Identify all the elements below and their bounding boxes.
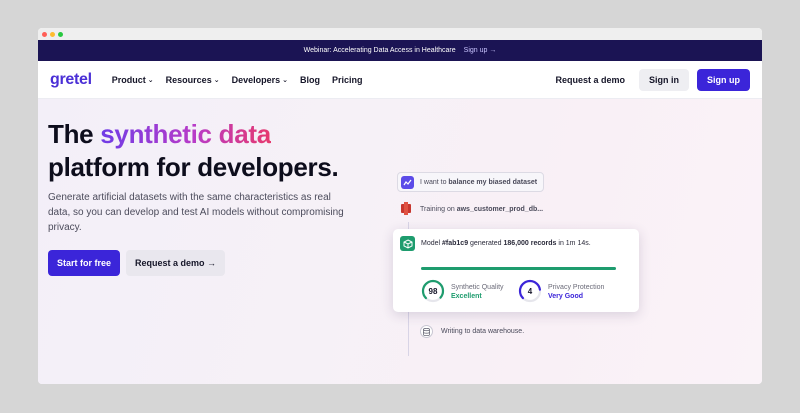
card-header: Model #fab1c9 generated 186,000 records …	[400, 236, 591, 251]
privacy-rating: Very Good	[548, 293, 584, 300]
progress-fill	[421, 267, 616, 270]
records-count: 186,000 records	[503, 240, 557, 247]
step2-prefix: Training on	[420, 206, 457, 213]
window-chrome	[38, 28, 762, 40]
quality-label: Synthetic Quality	[451, 284, 504, 291]
nav-label: Product	[111, 74, 146, 85]
chevron-down-icon: ⌄	[282, 76, 288, 84]
nav-item-pricing[interactable]: Pricing	[332, 75, 363, 85]
privacy-score: 4	[528, 287, 533, 296]
cube-icon	[400, 236, 415, 251]
step2-bold: aws_customer_prod_db...	[456, 206, 544, 213]
sign-in-button[interactable]: Sign in	[639, 68, 689, 91]
nav-label: Resources	[165, 74, 212, 85]
model-id: #fab1c9	[442, 240, 469, 247]
quality-gauge: 98 Synthetic Quality Excellent	[421, 279, 504, 303]
hero-subtitle: Generate artificial datasets with the sa…	[48, 192, 344, 233]
progress-bar	[421, 267, 616, 270]
database-icon	[420, 325, 433, 338]
nav-item-product[interactable]: Product ⌄	[112, 75, 154, 85]
banner-link-label: Sign up	[463, 47, 488, 54]
step1-bold: balance my biased dataset	[448, 178, 538, 186]
nav-item-resources[interactable]: Resources ⌄	[166, 75, 220, 85]
title-part2: platform for developers.	[48, 152, 339, 182]
quality-rating: Excellent	[451, 293, 482, 300]
step1-text: I want to balance my biased dataset	[420, 179, 537, 186]
chevron-down-icon: ⌄	[147, 76, 154, 84]
nav-item-developers[interactable]: Developers ⌄	[232, 75, 288, 85]
quality-ring-icon: 98	[421, 279, 445, 303]
model-prefix: Model	[421, 240, 443, 247]
request-demo-link[interactable]: Request a demo	[555, 75, 625, 85]
nav-item-blog[interactable]: Blog	[300, 75, 320, 85]
nav-label: Developers	[231, 74, 281, 85]
privacy-ring-icon: 4	[518, 279, 542, 303]
banner-text: Webinar: Accelerating Data Access in Hea…	[303, 47, 456, 54]
step1-prefix: I want to	[420, 178, 449, 186]
title-highlight: synthetic data	[100, 119, 271, 149]
chart-icon	[401, 175, 414, 189]
privacy-label: Privacy Protection	[548, 284, 605, 291]
maximize-dot[interactable]	[58, 31, 63, 37]
quality-text: Synthetic Quality Excellent	[451, 282, 504, 300]
hero-title: The synthetic data platform for develope…	[48, 118, 339, 184]
privacy-gauge: 4 Privacy Protection Very Good	[518, 279, 604, 303]
flow-step-warehouse: Writing to data warehouse.	[420, 325, 524, 338]
flow-step-training: Training on aws_customer_prod_db...	[400, 202, 543, 217]
top-nav: gretel Product ⌄ Resources ⌄ Developers ⌄ B…	[38, 61, 762, 99]
model-result-card: Model #fab1c9 generated 186,000 records …	[393, 229, 639, 312]
quality-score: 98	[429, 287, 438, 296]
step2-text: Training on aws_customer_prod_db...	[420, 206, 543, 213]
title-part1: The	[48, 119, 101, 149]
generated-text: generated	[468, 240, 504, 247]
chevron-down-icon: ⌄	[213, 76, 220, 84]
privacy-text: Privacy Protection Very Good	[548, 282, 604, 300]
arrow-right-icon: →	[489, 47, 497, 54]
minimize-dot[interactable]	[50, 31, 55, 37]
request-demo-button[interactable]: Request a demo →	[126, 250, 226, 276]
sign-up-button[interactable]: Sign up	[697, 68, 750, 91]
announcement-banner[interactable]: Webinar: Accelerating Data Access in Hea…	[38, 40, 762, 61]
time-text: in 1m 14s.	[556, 240, 591, 247]
logo[interactable]: gretel	[50, 71, 92, 89]
aws-icon	[400, 202, 412, 217]
step4-text: Writing to data warehouse.	[441, 328, 525, 335]
close-dot[interactable]	[42, 31, 47, 37]
card-summary: Model #fab1c9 generated 186,000 records …	[421, 240, 591, 247]
flow-step-prompt: I want to balance my biased dataset	[397, 172, 545, 192]
start-free-button[interactable]: Start for free	[48, 250, 121, 276]
banner-signup-link[interactable]: Sign up →	[464, 47, 497, 54]
